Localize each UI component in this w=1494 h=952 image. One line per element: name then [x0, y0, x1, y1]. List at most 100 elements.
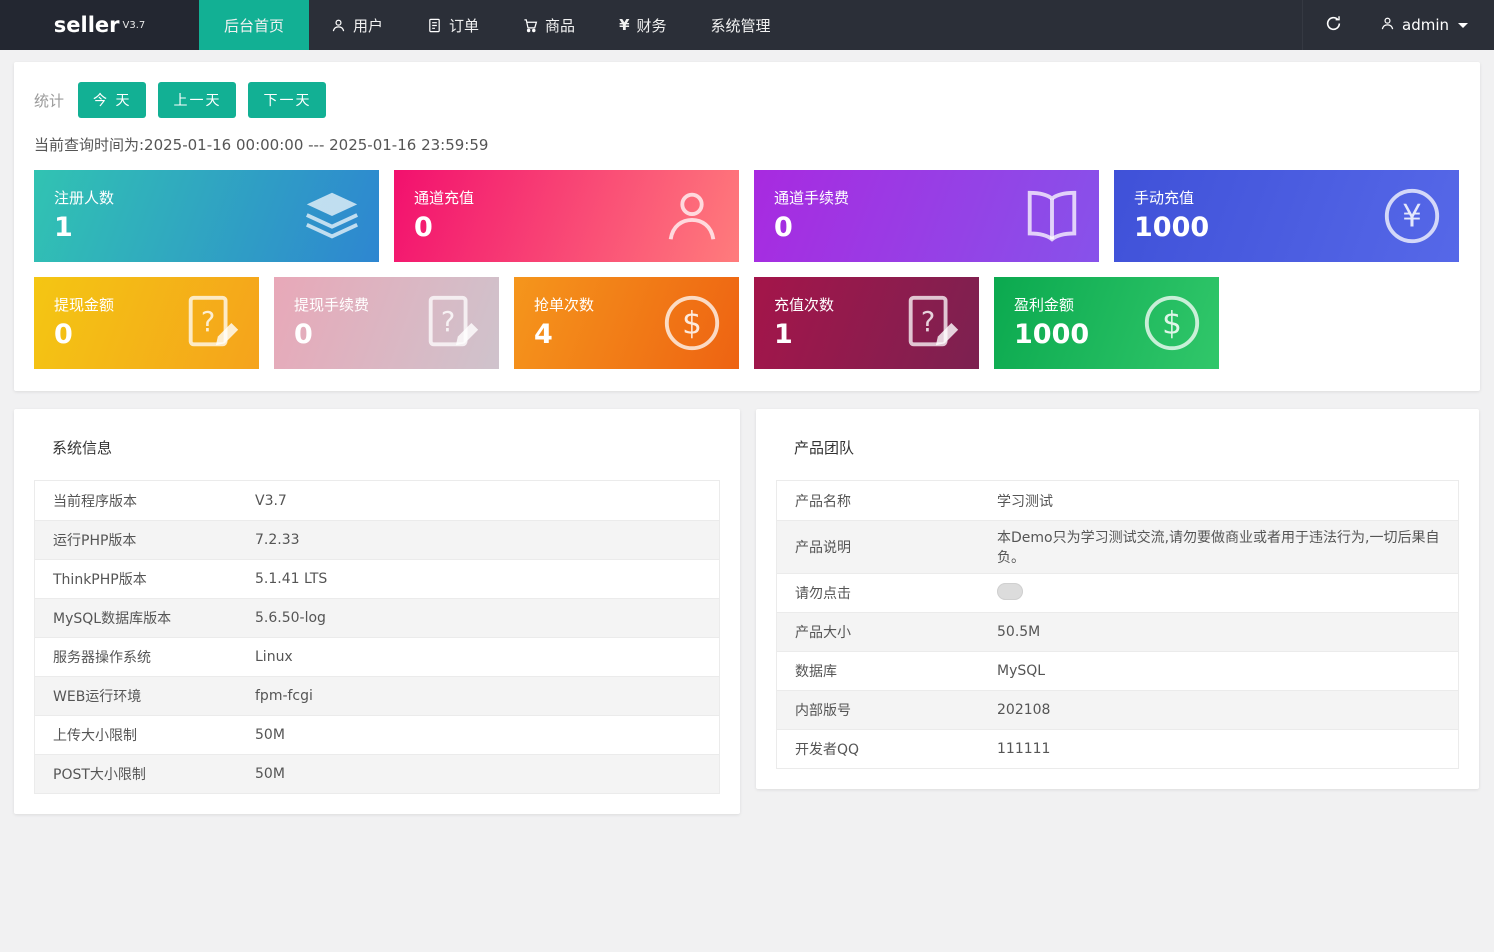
table-row: ThinkPHP版本 5.1.41 LTS — [35, 559, 719, 598]
info-label: 数据库 — [795, 661, 997, 681]
user-menu[interactable]: admin — [1364, 0, 1494, 50]
svg-text:$: $ — [682, 306, 702, 342]
prev-day-button[interactable]: 上一天 — [158, 82, 236, 118]
product-team-title: 产品团队 — [794, 437, 1459, 458]
table-row: 服务器操作系统 Linux — [35, 637, 719, 676]
user-icon — [331, 18, 346, 33]
nav-item-label: 财务 — [637, 15, 667, 36]
system-info-table: 当前程序版本 V3.7 运行PHP版本 7.2.33 ThinkPHP版本 5.… — [34, 480, 720, 794]
info-label: 开发者QQ — [795, 739, 997, 759]
info-value: 111111 — [997, 741, 1446, 757]
table-row: 产品名称 学习测试 — [777, 481, 1458, 520]
info-value: fpm-fcgi — [255, 688, 707, 704]
stat-card-manual-recharge: 手动充值 1000 ¥ — [1114, 170, 1459, 262]
nav-item-system[interactable]: 系统管理 — [689, 0, 793, 50]
brand-logo[interactable]: seller V3.7 — [0, 0, 199, 50]
table-row: 产品说明 本Demo只为学习测试交流,请勿要做商业或者用于违法行为,一切后果自负… — [777, 520, 1458, 573]
nav-item-finance[interactable]: ¥ 财务 — [597, 0, 688, 50]
stat-card-registered-users: 注册人数 1 — [34, 170, 379, 262]
dollar-circle-icon: $ — [1141, 292, 1203, 354]
info-label: 运行PHP版本 — [53, 530, 255, 550]
system-info-panel: 系统信息 当前程序版本 V3.7 运行PHP版本 7.2.33 ThinkPHP… — [14, 409, 740, 814]
info-label: 当前程序版本 — [53, 491, 255, 511]
query-time-text: 当前查询时间为:2025-01-16 00:00:00 --- 2025-01-… — [34, 134, 1460, 155]
info-label: POST大小限制 — [53, 764, 255, 784]
doc-question-icon: ? — [901, 292, 963, 354]
nav-item-goods[interactable]: 商品 — [501, 0, 597, 50]
info-value: 7.2.33 — [255, 532, 707, 548]
svg-text:¥: ¥ — [1402, 199, 1422, 235]
nav-item-users[interactable]: 用户 — [309, 0, 405, 50]
svg-text:$: $ — [1162, 306, 1182, 342]
doc-question-icon: ? — [421, 292, 483, 354]
nav-item-home[interactable]: 后台首页 — [199, 0, 309, 50]
bottom-panels: 系统信息 当前程序版本 V3.7 运行PHP版本 7.2.33 ThinkPHP… — [14, 409, 1480, 814]
nav-spacer — [793, 0, 1302, 50]
info-value: 50.5M — [997, 624, 1446, 640]
yen-circle-icon: ¥ — [1381, 185, 1443, 247]
info-label: 上传大小限制 — [53, 725, 255, 745]
table-row: 数据库 MySQL — [777, 651, 1458, 690]
stats-header: 统计 今 天 上一天 下一天 — [34, 82, 1460, 118]
book-icon — [1021, 185, 1083, 247]
info-value — [997, 583, 1446, 604]
info-value: 50M — [255, 727, 707, 743]
stat-card-channel-recharge: 通道充值 0 — [394, 170, 739, 262]
nav-right-controls: admin — [1302, 0, 1494, 50]
info-value: 202108 — [997, 702, 1446, 718]
stats-label: 统计 — [34, 90, 64, 111]
stat-cards-row-1: 注册人数 1 通道充值 0 通道手续费 0 手动充值 1000 ¥ — [34, 170, 1460, 262]
nav-item-label: 系统管理 — [711, 15, 771, 36]
username: admin — [1402, 16, 1449, 34]
order-icon — [427, 18, 442, 33]
refresh-icon — [1325, 15, 1342, 36]
next-day-button[interactable]: 下一天 — [248, 82, 326, 118]
table-row: 内部版号 202108 — [777, 690, 1458, 729]
table-row: WEB运行环境 fpm-fcgi — [35, 676, 719, 715]
info-value: 本Demo只为学习测试交流,请勿要做商业或者用于违法行为,一切后果自负。 — [997, 527, 1446, 567]
info-label: 产品大小 — [795, 622, 997, 642]
today-button[interactable]: 今 天 — [78, 82, 146, 118]
info-value: 学习测试 — [997, 491, 1446, 511]
stat-cards-row-2: 提现金额 0 ? 提现手续费 0 ? 抢单次数 4 $ 充值次数 1 ? — [34, 277, 1460, 369]
dollar-circle-icon: $ — [661, 292, 723, 354]
table-row: 上传大小限制 50M — [35, 715, 719, 754]
stat-card-recharge-count: 充值次数 1 ? — [754, 277, 979, 369]
person-icon — [1380, 16, 1395, 35]
svg-text:?: ? — [441, 307, 455, 338]
product-team-panel: 产品团队 产品名称 学习测试 产品说明 本Demo只为学习测试交流,请勿要做商业… — [756, 409, 1479, 789]
info-label: 产品说明 — [795, 537, 997, 557]
nav-item-label: 后台首页 — [224, 15, 284, 36]
brand-name: seller — [54, 13, 120, 37]
do-not-click-badge[interactable] — [997, 583, 1023, 600]
table-row: 请勿点击 — [777, 573, 1458, 612]
table-row: 运行PHP版本 7.2.33 — [35, 520, 719, 559]
product-team-table: 产品名称 学习测试 产品说明 本Demo只为学习测试交流,请勿要做商业或者用于违… — [776, 480, 1459, 769]
stat-card-profit-amount: 盈利金额 1000 $ — [994, 277, 1219, 369]
cart-icon — [523, 18, 538, 33]
main-nav: 后台首页 用户 订单 商品 ¥ 财务 系统管理 — [199, 0, 793, 50]
table-row: 当前程序版本 V3.7 — [35, 481, 719, 520]
info-value: 5.1.41 LTS — [255, 571, 707, 587]
doc-question-icon: ? — [181, 292, 243, 354]
info-value: Linux — [255, 649, 707, 665]
stats-panel: 统计 今 天 上一天 下一天 当前查询时间为:2025-01-16 00:00:… — [14, 62, 1480, 391]
table-row: 产品大小 50.5M — [777, 612, 1458, 651]
refresh-button[interactable] — [1302, 0, 1364, 50]
table-row: MySQL数据库版本 5.6.50-log — [35, 598, 719, 637]
stat-card-withdraw-amount: 提现金额 0 ? — [34, 277, 259, 369]
person-icon — [661, 185, 723, 247]
info-value: 5.6.50-log — [255, 610, 707, 626]
info-label: 请勿点击 — [795, 583, 997, 603]
stat-card-channel-fee: 通道手续费 0 — [754, 170, 1099, 262]
system-info-title: 系统信息 — [52, 437, 720, 458]
table-row: POST大小限制 50M — [35, 754, 719, 793]
nav-item-orders[interactable]: 订单 — [405, 0, 501, 50]
info-label: 产品名称 — [795, 491, 997, 511]
stat-card-grab-orders: 抢单次数 4 $ — [514, 277, 739, 369]
info-label: MySQL数据库版本 — [53, 608, 255, 628]
nav-item-label: 订单 — [449, 15, 479, 36]
chevron-down-icon — [1458, 23, 1468, 28]
info-label: 内部版号 — [795, 700, 997, 720]
info-label: ThinkPHP版本 — [53, 569, 255, 589]
